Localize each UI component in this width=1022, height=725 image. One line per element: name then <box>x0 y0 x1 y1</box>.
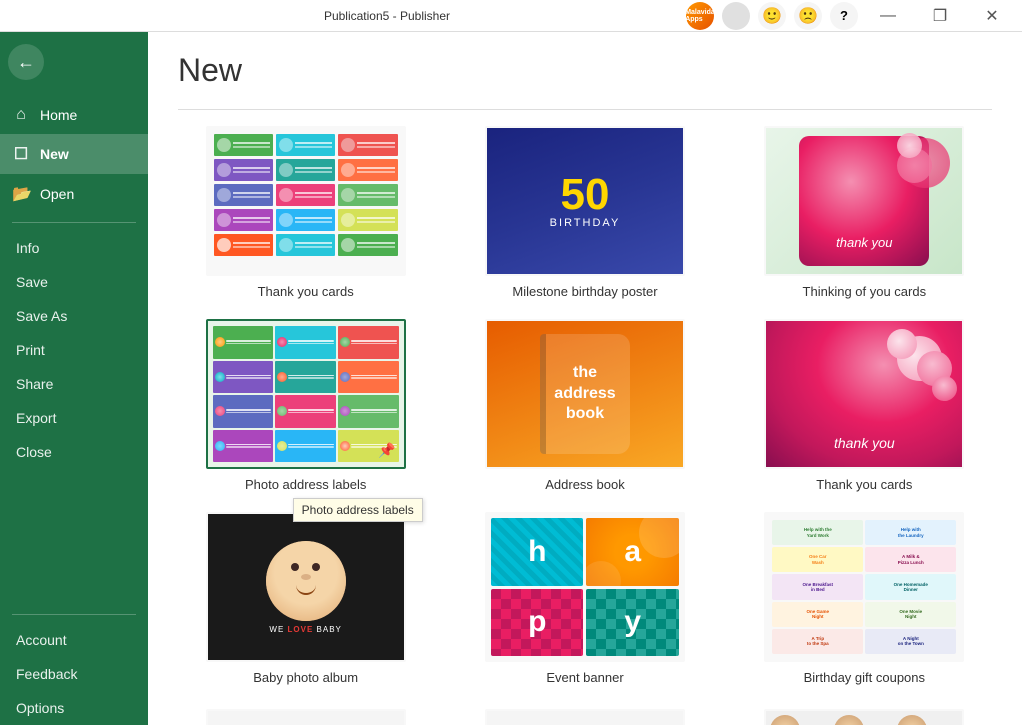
templates-grid-row4 <box>178 709 992 725</box>
template-thumb-milestone: 50 BIRTHDAY <box>485 126 685 276</box>
home-icon: ⌂ <box>12 106 30 124</box>
main-content: New <box>148 32 1022 725</box>
address-book-visual: theaddressbook <box>487 321 683 467</box>
sidebar-item-account[interactable]: Account <box>0 623 148 657</box>
titlebar-title-area: Publication5 - Publisher <box>324 9 450 23</box>
template-thumb-row4-2 <box>485 709 685 725</box>
sidebar: ← ⌂ Home ☐ New 📂 Open Info Save Save As … <box>0 32 148 725</box>
emoji-sad-icon[interactable]: 🙁 <box>794 2 822 30</box>
template-thumb-thank-you-floral: thank you <box>764 319 964 469</box>
template-item-photo-labels[interactable]: 📌 Photo address labels Photo address lab… <box>178 319 433 492</box>
template-name-thank-you-floral: Thank you cards <box>816 477 912 492</box>
page-title: New <box>178 52 992 89</box>
sidebar-item-save-as[interactable]: Save As <box>0 299 148 333</box>
template-thumb-event: h a p <box>485 512 685 662</box>
sidebar-item-feedback[interactable]: Feedback <box>0 657 148 691</box>
milestone-visual: 50 BIRTHDAY <box>487 128 683 274</box>
template-name-thank-you-top: Thank you cards <box>258 284 354 299</box>
sidebar-item-options[interactable]: Options <box>0 691 148 725</box>
sidebar-item-close[interactable]: Close <box>0 435 148 469</box>
template-name-address-book: Address book <box>545 477 625 492</box>
template-name-baby: Baby photo album <box>253 670 358 685</box>
emoji-smile-icon[interactable]: 🙂 <box>758 2 786 30</box>
template-item-thank-you-floral[interactable]: thank you Thank you cards <box>737 319 992 492</box>
app-body: ← ⌂ Home ☐ New 📂 Open Info Save Save As … <box>0 32 1022 725</box>
sidebar-item-print[interactable]: Print <box>0 333 148 367</box>
close-button[interactable]: ✕ <box>970 0 1014 32</box>
sidebar-divider-1 <box>12 222 136 223</box>
section-divider <box>178 109 992 110</box>
sidebar-item-share[interactable]: Share <box>0 367 148 401</box>
sidebar-item-export[interactable]: Export <box>0 401 148 435</box>
template-item-coupons[interactable]: Help with theYard Work Help withthe Laun… <box>737 512 992 685</box>
template-thumb-thank-you-top <box>206 126 406 276</box>
sidebar-divider-2 <box>12 614 136 615</box>
template-name-thinking: Thinking of you cards <box>803 284 927 299</box>
template-thumb-baby: WE LOVE BABY <box>206 512 406 662</box>
maximize-button[interactable]: ❐ <box>918 0 962 32</box>
template-item-row4-2[interactable] <box>457 709 712 725</box>
app-title: Publication5 - Publisher <box>324 9 450 23</box>
template-item-row4-3[interactable] <box>737 709 992 725</box>
sidebar-bottom: Account Feedback Options <box>0 606 148 725</box>
titlebar-right: Malavida Apps 🙂 🙁 ? — ❐ ✕ <box>686 0 1014 32</box>
template-item-address-book[interactable]: theaddressbook Address book <box>457 319 712 492</box>
template-item-row4-1[interactable] <box>178 709 433 725</box>
template-name-coupons: Birthday gift coupons <box>804 670 925 685</box>
template-item-thank-you-top[interactable]: Thank you cards <box>178 126 433 299</box>
thumb-content <box>208 128 404 274</box>
templates-grid: Thank you cards 50 BIRTHDAY Milestone bi… <box>178 126 992 685</box>
sidebar-top: ← <box>0 32 148 96</box>
template-thumb-thinking: thank you <box>764 126 964 276</box>
template-item-baby[interactable]: WE LOVE BABY Baby photo album <box>178 512 433 685</box>
back-button[interactable]: ← <box>8 44 44 80</box>
template-item-milestone[interactable]: 50 BIRTHDAY Milestone birthday poster <box>457 126 712 299</box>
sidebar-item-info[interactable]: Info <box>0 231 148 265</box>
open-icon: 📂 <box>12 184 30 204</box>
pin-icon[interactable]: 📌 <box>378 442 395 459</box>
sidebar-item-save[interactable]: Save <box>0 265 148 299</box>
sidebar-item-home[interactable]: ⌂ Home <box>0 96 148 134</box>
baby-visual: WE LOVE BABY <box>208 514 404 660</box>
template-name-milestone: Milestone birthday poster <box>512 284 657 299</box>
template-item-event[interactable]: h a p <box>457 512 712 685</box>
template-thumb-row4-1 <box>206 709 406 725</box>
template-thumb-address-book: theaddressbook <box>485 319 685 469</box>
sidebar-item-home-label: Home <box>40 107 77 123</box>
titlebar: Publication5 - Publisher Malavida Apps 🙂… <box>0 0 1022 32</box>
sidebar-item-open[interactable]: 📂 Open <box>0 174 148 214</box>
template-name-photo-labels: Photo address labels <box>245 477 366 492</box>
minimize-button[interactable]: — <box>866 0 910 32</box>
malavida-apps-icon[interactable]: Malavida Apps <box>686 2 714 30</box>
template-name-event: Event banner <box>546 670 623 685</box>
template-thumb-row4-3 <box>764 709 964 725</box>
sidebar-item-open-label: Open <box>40 186 74 202</box>
sidebar-item-new-label: New <box>40 146 69 162</box>
help-button[interactable]: ? <box>830 2 858 30</box>
tooltip-photo-labels: Photo address labels <box>293 498 423 522</box>
avatar-icon[interactable] <box>722 2 750 30</box>
template-thumb-photo-labels: 📌 <box>206 319 406 469</box>
template-item-thinking[interactable]: thank you Thinking of you cards <box>737 126 992 299</box>
new-icon: ☐ <box>12 144 30 164</box>
template-thumb-coupons: Help with theYard Work Help withthe Laun… <box>764 512 964 662</box>
main-scroll-area[interactable]: New <box>148 32 1022 725</box>
sidebar-item-new[interactable]: ☐ New <box>0 134 148 174</box>
